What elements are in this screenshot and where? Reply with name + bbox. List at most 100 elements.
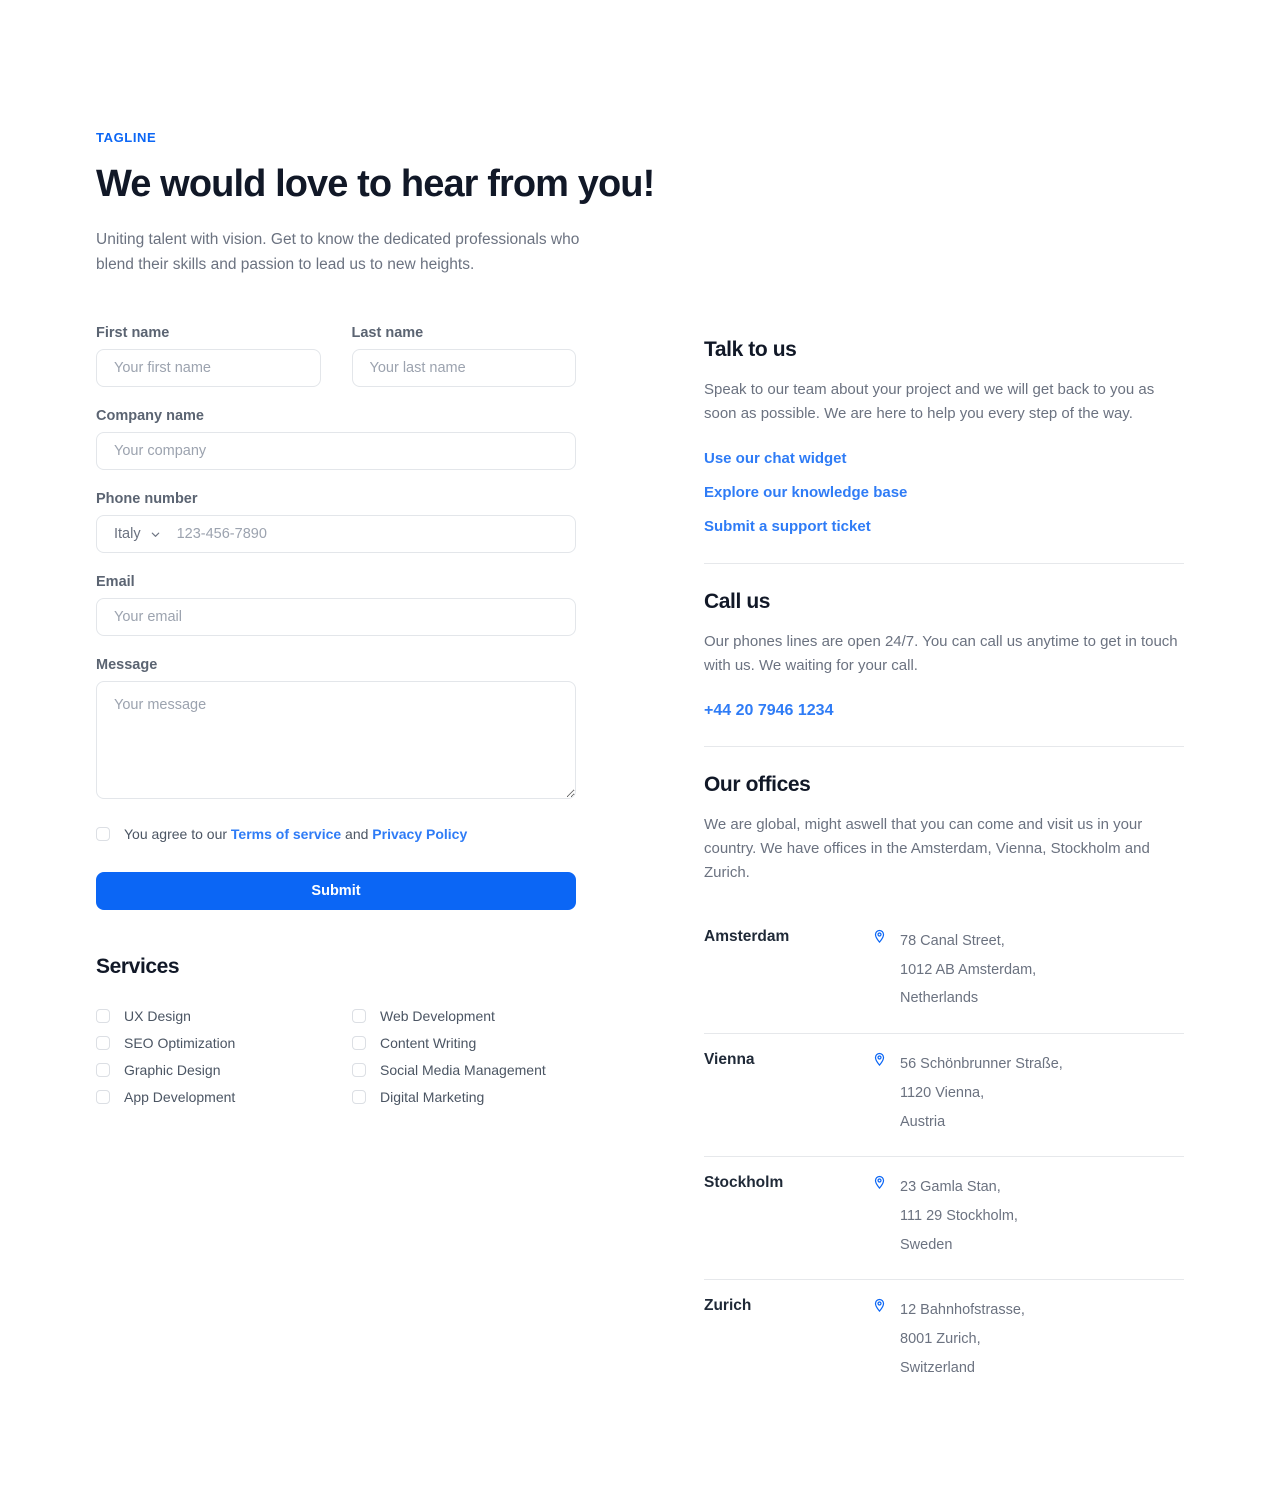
service-item[interactable]: Digital Marketing (352, 1089, 576, 1105)
office-row: Amsterdam 78 Canal Street, 1012 AB Amste… (704, 911, 1184, 1033)
tagline: TAGLINE (96, 130, 157, 145)
address-line-1: 78 Canal Street, (900, 933, 1005, 949)
email-group: Email (96, 574, 576, 636)
company-name-group: Company name (96, 408, 576, 470)
agreement-text-between: and (341, 826, 373, 842)
contact-page: TAGLINE We would love to hear from you! … (0, 0, 1280, 1485)
support-ticket-link[interactable]: Submit a support ticket (704, 518, 1184, 535)
company-name-input[interactable] (96, 432, 576, 470)
service-item[interactable]: SEO Optimization (96, 1035, 352, 1051)
company-name-label: Company name (96, 408, 204, 424)
address-line-2: 1120 Vienna, (900, 1084, 985, 1101)
page-title: We would love to hear from you! (96, 163, 655, 205)
address-line-1: 23 Gamla Stan, (900, 1179, 1001, 1196)
contact-form: First name Last name Company name Phone … (96, 325, 576, 1105)
service-checkbox[interactable] (96, 1036, 110, 1050)
office-address-lines: 56 Schönbrunner Straße, 1120 Vienna, Aus… (900, 1050, 1063, 1136)
page-subtitle: Uniting talent with vision. Get to know … (96, 230, 580, 273)
service-label: UX Design (124, 1008, 191, 1024)
agreement-row: You agree to our Terms of service and Pr… (96, 826, 576, 842)
call-us-section: Call us Our phones lines are open 24/7. … (704, 564, 1184, 746)
submit-button[interactable]: Submit (96, 872, 576, 910)
service-checkbox[interactable] (352, 1090, 366, 1104)
chat-widget-link[interactable]: Use our chat widget (704, 450, 1184, 467)
name-row: First name Last name (96, 325, 576, 387)
first-name-label: First name (96, 325, 170, 341)
privacy-policy-link[interactable]: Privacy Policy (372, 826, 467, 842)
service-item[interactable]: Graphic Design (96, 1062, 352, 1078)
map-pin-icon (874, 1176, 885, 1190)
service-checkbox[interactable] (352, 1009, 366, 1023)
service-label: Digital Marketing (380, 1089, 485, 1105)
phone-number-input[interactable] (172, 516, 575, 552)
service-label: Content Writing (380, 1035, 477, 1051)
office-city: Zurich (704, 1297, 752, 1315)
office-address: 23 Gamla Stan, 111 29 Stockholm, Sweden (872, 1173, 1018, 1259)
office-address-lines: 23 Gamla Stan, 111 29 Stockholm, Sweden (900, 1173, 1018, 1259)
phone-number-label: Phone number (96, 491, 198, 507)
service-checkbox[interactable] (352, 1063, 366, 1077)
map-pin-icon (874, 1052, 885, 1067)
service-label: Social Media Management (380, 1062, 546, 1078)
address-line-2: 8001 Zurich, (900, 1331, 981, 1348)
first-name-input[interactable] (96, 349, 321, 387)
service-checkbox[interactable] (352, 1036, 366, 1050)
terms-of-service-link[interactable]: Terms of service (231, 826, 341, 842)
service-checkbox[interactable] (96, 1063, 110, 1077)
agreement-text: You agree to our Terms of service and Pr… (124, 826, 467, 842)
knowledge-base-link[interactable]: Explore our knowledge base (704, 484, 1184, 501)
our-offices-section: Our offices We are global, might aswell … (704, 747, 1184, 1402)
address-line-3: Austria (900, 1113, 946, 1130)
phone-number-group: Phone number Italy (96, 491, 576, 553)
first-name-group: First name (96, 325, 321, 387)
phone-number-link[interactable]: +44 20 7946 1234 (704, 702, 833, 720)
last-name-input[interactable] (351, 349, 576, 387)
chevron-down-icon (151, 532, 159, 537)
address-line-1: 56 Schönbrunner Straße, (900, 1056, 1063, 1073)
office-address: 56 Schönbrunner Straße, 1120 Vienna, Aus… (872, 1050, 1063, 1136)
talk-to-us-heading: Talk to us (704, 338, 797, 361)
call-us-body: Our phones lines are open 24/7. You can … (704, 633, 1178, 674)
last-name-label: Last name (351, 325, 424, 341)
message-label: Message (96, 657, 158, 673)
office-address-lines: 78 Canal Street, 1012 AB Amsterdam, Neth… (900, 927, 1036, 1013)
address-line-1: 12 Bahnhofstrasse, (900, 1302, 1025, 1319)
address-line-2: 1012 AB Amsterdam, (900, 961, 1037, 978)
phone-input-wrapper: Italy (96, 515, 576, 553)
address-line-3: Netherlands (900, 990, 979, 1007)
our-offices-body: We are global, might aswell that you can… (704, 816, 1150, 881)
message-textarea[interactable] (96, 681, 576, 799)
talk-to-us-section: Talk to us Speak to our team about your … (704, 338, 1184, 563)
service-label: SEO Optimization (124, 1035, 236, 1051)
last-name-group: Last name (351, 325, 576, 387)
service-item[interactable]: UX Design (96, 1008, 352, 1024)
office-address: 12 Bahnhofstrasse, 8001 Zurich, Switzerl… (872, 1296, 1025, 1382)
map-pin-icon (874, 1299, 885, 1313)
country-select[interactable]: Italy (97, 516, 173, 552)
agreement-checkbox[interactable] (96, 827, 110, 841)
call-us-heading: Call us (704, 590, 771, 613)
email-input[interactable] (96, 598, 576, 636)
office-row: Zurich 12 Bahnhofstrasse, 8001 Zurich, S… (704, 1279, 1184, 1402)
service-checkbox[interactable] (96, 1090, 110, 1104)
talk-to-us-body: Speak to our team about your project and… (704, 381, 1155, 422)
service-label: App Development (124, 1089, 236, 1105)
office-city: Stockholm (704, 1174, 784, 1192)
service-item[interactable]: App Development (96, 1089, 352, 1105)
office-city: Amsterdam (704, 928, 790, 945)
address-line-3: Switzerland (900, 1359, 975, 1376)
service-label: Graphic Design (124, 1062, 221, 1078)
service-item[interactable]: Social Media Management (352, 1062, 576, 1078)
address-line-2: 111 29 Stockholm, (900, 1207, 1018, 1224)
contact-info: Talk to us Speak to our team about your … (704, 338, 1184, 1402)
service-item[interactable]: Web Development (352, 1008, 576, 1024)
service-item[interactable]: Content Writing (352, 1035, 576, 1051)
our-offices-heading: Our offices (704, 773, 811, 796)
map-pin-icon (874, 929, 885, 944)
email-label: Email (96, 574, 135, 590)
offices-list: Amsterdam 78 Canal Street, 1012 AB Amste… (704, 911, 1184, 1402)
service-checkbox[interactable] (96, 1009, 110, 1023)
address-line-3: Sweden (900, 1236, 953, 1253)
office-address: 78 Canal Street, 1012 AB Amsterdam, Neth… (872, 927, 1036, 1013)
services-grid: UX Design Web Development SEO Optimizati… (96, 1008, 576, 1105)
